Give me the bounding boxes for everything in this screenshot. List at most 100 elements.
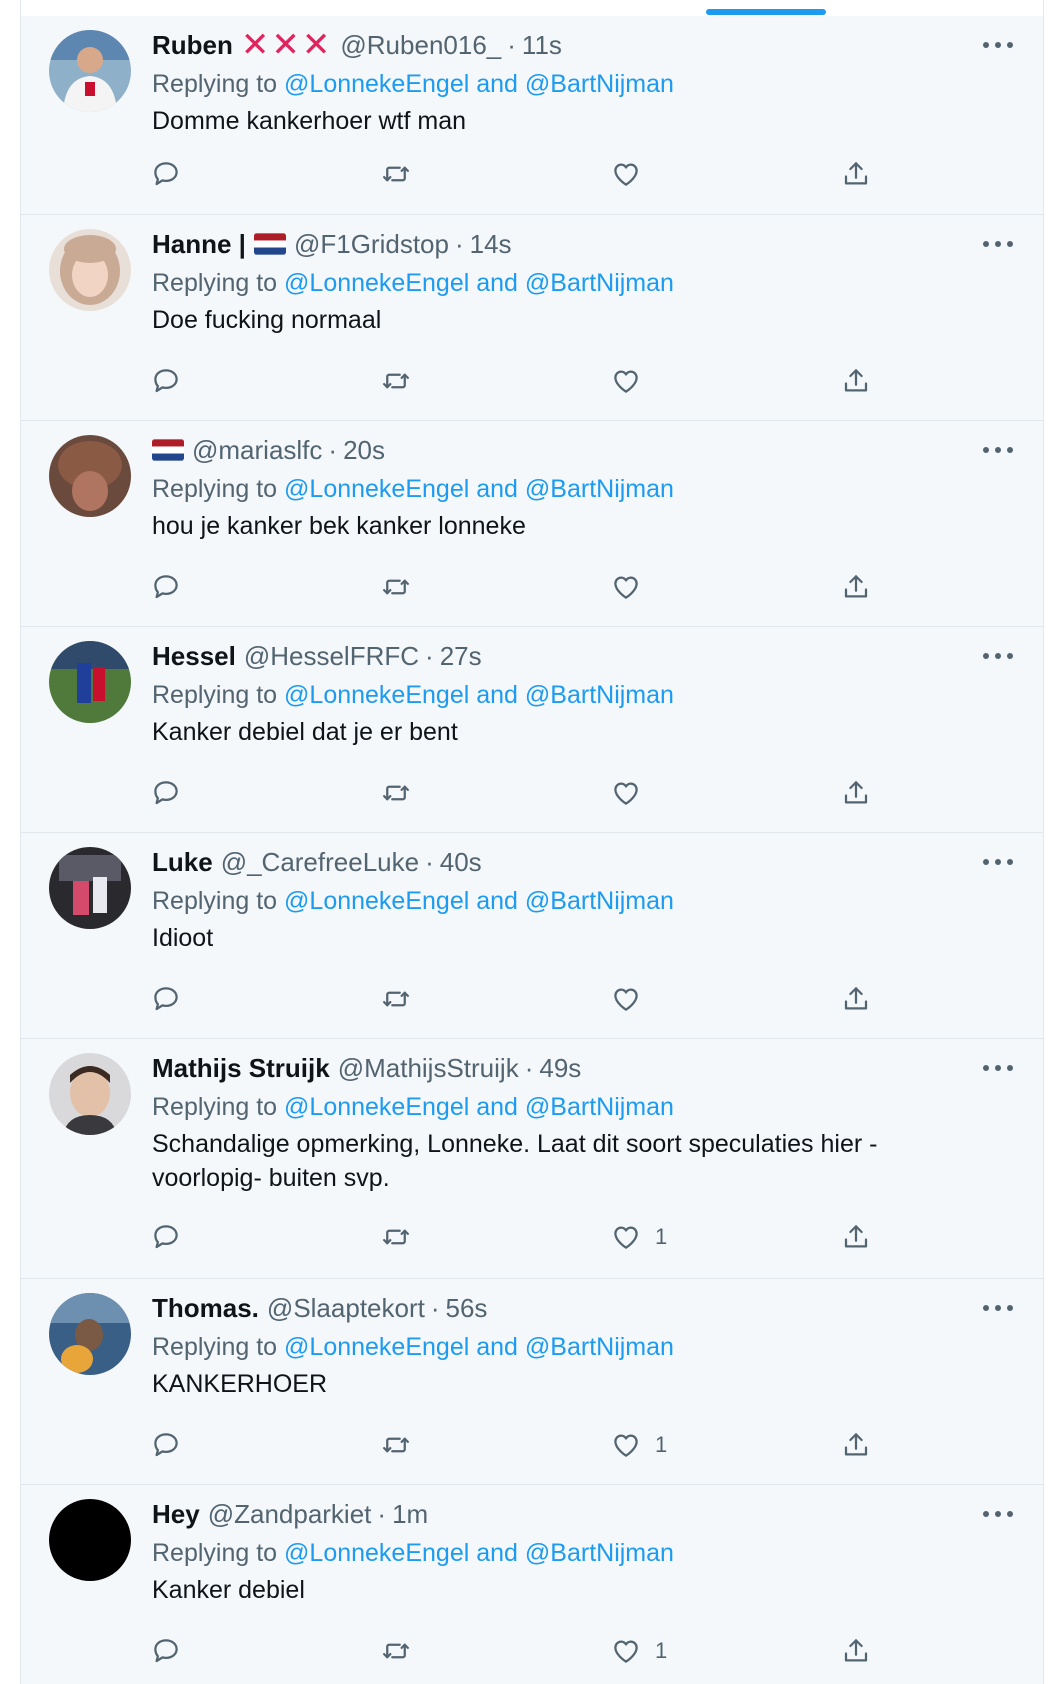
user-handle[interactable]: @MathijsStruijk	[338, 1051, 519, 1085]
tweet[interactable]: Luke @_CarefreeLuke · 40s Replying to @L…	[21, 833, 1043, 1039]
like-button[interactable]: 1	[611, 1425, 667, 1465]
retweet-icon	[383, 1229, 409, 1245]
timestamp[interactable]: 27s	[440, 639, 482, 673]
retweet-button[interactable]	[381, 1217, 411, 1257]
avatar[interactable]	[49, 1053, 131, 1135]
user-handle[interactable]: @mariaslfc	[192, 433, 322, 467]
mention-link[interactable]: @LonnekeEngel	[284, 475, 469, 503]
mention-link[interactable]: @LonnekeEngel	[284, 1333, 469, 1361]
retweet-button[interactable]	[381, 361, 411, 401]
avatar[interactable]	[49, 847, 131, 929]
mention-link[interactable]: @LonnekeEngel	[284, 681, 469, 709]
retweet-button[interactable]	[381, 154, 411, 194]
avatar[interactable]	[49, 1499, 131, 1581]
share-button[interactable]	[841, 1425, 871, 1465]
like-button[interactable]: 1	[611, 1217, 667, 1257]
share-button[interactable]	[841, 1217, 871, 1257]
reply-button[interactable]	[151, 567, 181, 607]
more-icon[interactable]	[983, 1057, 1013, 1079]
display-name[interactable]: Hanne |	[152, 227, 246, 261]
avatar[interactable]	[49, 1293, 131, 1375]
mention-link[interactable]: @BartNijman	[525, 1539, 674, 1567]
reply-button[interactable]	[151, 361, 181, 401]
display-name[interactable]: Thomas.	[152, 1291, 259, 1325]
share-button[interactable]	[841, 773, 871, 813]
tweet[interactable]: Hessel @HesselFRFC · 27s Replying to @Lo…	[21, 627, 1043, 833]
retweet-button[interactable]	[381, 1631, 411, 1671]
display-name[interactable]: Hey	[152, 1497, 200, 1531]
user-handle[interactable]: @Slaaptekort	[267, 1291, 425, 1325]
more-icon[interactable]	[983, 1503, 1013, 1525]
more-icon[interactable]	[983, 645, 1013, 667]
tweet[interactable]: Mathijs Struijk @MathijsStruijk · 49s Re…	[21, 1039, 1043, 1279]
avatar[interactable]	[49, 641, 131, 723]
share-button[interactable]	[841, 979, 871, 1019]
more-icon[interactable]	[983, 851, 1013, 873]
mention-link[interactable]: @BartNijman	[525, 70, 674, 98]
more-icon[interactable]	[983, 439, 1013, 461]
mention-link[interactable]: @LonnekeEngel	[284, 269, 469, 297]
mention-link[interactable]: @BartNijman	[525, 681, 674, 709]
mention-link[interactable]: @BartNijman	[525, 887, 674, 915]
like-button[interactable]	[611, 567, 655, 607]
timestamp[interactable]: 1m	[392, 1497, 428, 1531]
timestamp[interactable]: 14s	[470, 227, 512, 261]
timestamp[interactable]: 49s	[539, 1051, 581, 1085]
more-icon[interactable]	[983, 34, 1013, 56]
user-handle[interactable]: @HesselFRFC	[244, 639, 419, 673]
timestamp[interactable]: 40s	[440, 845, 482, 879]
retweet-button[interactable]	[381, 773, 411, 813]
timestamp[interactable]: 20s	[343, 433, 385, 467]
tweet[interactable]: @mariaslfc · 20s Replying to @LonnekeEng…	[21, 421, 1043, 627]
mention-link[interactable]: @LonnekeEngel	[284, 1093, 469, 1121]
display-name[interactable]: Luke	[152, 845, 213, 879]
user-handle[interactable]: @_CarefreeLuke	[221, 845, 419, 879]
tweet-text: Schandalige opmerking, Lonneke. Laat dit…	[152, 1130, 878, 1192]
reply-button[interactable]	[151, 154, 181, 194]
tweet[interactable]: Hey @Zandparkiet · 1m Replying to @Lonne…	[21, 1485, 1043, 1684]
avatar[interactable]	[49, 435, 131, 517]
mention-link[interactable]: @LonnekeEngel	[284, 887, 469, 915]
reply-button[interactable]	[151, 773, 181, 813]
mention-link[interactable]: @BartNijman	[525, 269, 674, 297]
user-handle[interactable]: @Zandparkiet	[208, 1497, 372, 1531]
mention-link[interactable]: @BartNijman	[525, 1093, 674, 1121]
heart-icon	[614, 576, 638, 599]
mention-link[interactable]: @LonnekeEngel	[284, 1539, 469, 1567]
timestamp[interactable]: 11s	[522, 28, 562, 62]
retweet-button[interactable]	[381, 1425, 411, 1465]
mention-link[interactable]: @BartNijman	[525, 475, 674, 503]
display-name[interactable]: Mathijs Struijk	[152, 1051, 330, 1085]
display-name[interactable]: Hessel	[152, 639, 236, 673]
reply-icon	[154, 1433, 178, 1457]
timestamp[interactable]: 56s	[446, 1291, 488, 1325]
user-handle[interactable]: @Ruben016_	[340, 28, 501, 62]
share-button[interactable]	[841, 1631, 871, 1671]
like-button[interactable]	[611, 361, 655, 401]
like-button[interactable]	[611, 773, 655, 813]
reply-button[interactable]	[151, 1631, 181, 1671]
tweet[interactable]: Hanne | @F1Gridstop · 14s Replying to @L…	[21, 215, 1043, 421]
reply-button[interactable]	[151, 1217, 181, 1257]
more-icon[interactable]	[983, 1297, 1013, 1319]
retweet-button[interactable]	[381, 567, 411, 607]
avatar[interactable]	[49, 229, 131, 311]
user-handle[interactable]: @F1Gridstop	[294, 227, 449, 261]
replying-to: Replying to @LonnekeEngel and @BartNijma…	[152, 68, 674, 100]
like-button[interactable]: 1	[611, 1631, 667, 1671]
share-button[interactable]	[841, 154, 871, 194]
share-button[interactable]	[841, 567, 871, 607]
reply-button[interactable]	[151, 1425, 181, 1465]
display-name[interactable]: Ruben	[152, 28, 233, 62]
tweet[interactable]: Ruben ✕ ✕ ✕ @Ruben016_ · 11s Replying to @…	[21, 16, 1043, 215]
mention-link[interactable]: @BartNijman	[525, 1333, 674, 1361]
share-button[interactable]	[841, 361, 871, 401]
like-button[interactable]	[611, 979, 655, 1019]
more-icon[interactable]	[983, 233, 1013, 255]
like-button[interactable]	[611, 154, 655, 194]
mention-link[interactable]: @LonnekeEngel	[284, 70, 469, 98]
reply-button[interactable]	[151, 979, 181, 1019]
tweet[interactable]: Thomas. @Slaaptekort · 56s Replying to @…	[21, 1279, 1043, 1485]
retweet-button[interactable]	[381, 979, 411, 1019]
avatar[interactable]	[49, 30, 131, 112]
